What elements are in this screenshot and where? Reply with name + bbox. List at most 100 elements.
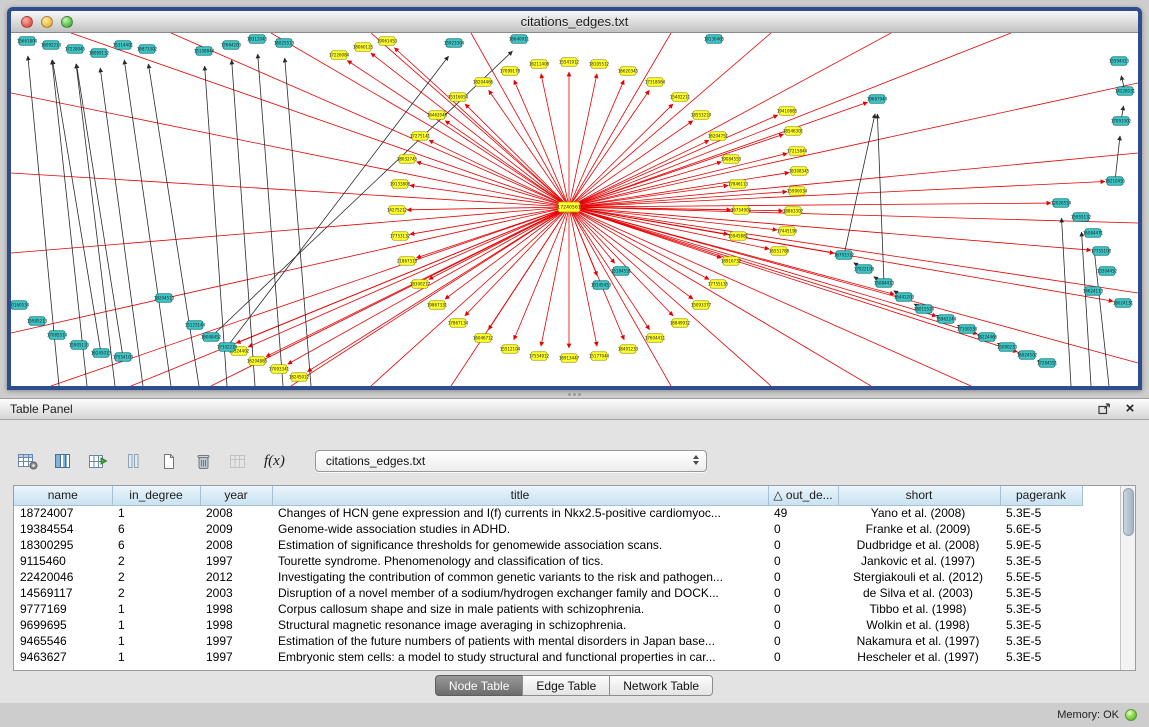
column-header-1[interactable]: in_degree [112, 486, 200, 505]
table-row[interactable]: 1456911722003Disruption of a novel membe… [14, 585, 1082, 601]
table-cell: Genome-wide association studies in ADHD. [272, 521, 768, 537]
table-row[interactable]: 1938455462009Genome-wide association stu… [14, 521, 1082, 537]
table-cell: Yano et al. (2008) [838, 505, 1000, 521]
table-cell: 1998 [200, 601, 272, 617]
minimize-window-button[interactable] [41, 16, 53, 28]
graph-node-label: 17093341 [269, 367, 290, 372]
graph-node-label: 20160534 [11, 303, 30, 308]
table-cell: Tibbo et al. (1998) [838, 601, 1000, 617]
graph-node-label: 17867134 [448, 321, 469, 326]
graph-node-label: 18024131 [1113, 301, 1134, 306]
graph-node-label: 16640911 [509, 37, 530, 42]
graph-edge [124, 60, 171, 386]
function-builder-button[interactable]: f(x) [261, 449, 288, 473]
close-panel-icon[interactable]: × [1121, 401, 1139, 417]
delete-row-trash-icon[interactable] [191, 449, 215, 473]
graph-node-label: 19133808 [390, 182, 411, 187]
graph-node-label: 16092214 [41, 43, 62, 48]
table-vertical-scrollbar[interactable] [1120, 486, 1135, 670]
graph-edge [471, 33, 569, 207]
graph-node-label: 18204513 [154, 296, 175, 301]
panel-resize-handle[interactable] [566, 392, 582, 397]
table-mode-icon[interactable] [16, 449, 40, 473]
graph-node-label: 15108844 [194, 49, 215, 54]
graph-node-label: 16551788 [769, 249, 790, 254]
memory-status-label: Memory: OK [1057, 709, 1119, 721]
graph-node-label: 17099178 [500, 69, 521, 74]
scrollbar-thumb[interactable] [1123, 488, 1134, 536]
table-cell: Hescheler et al. (1997) [838, 649, 1000, 665]
network-window-titlebar[interactable]: citations_edges.txt [11, 11, 1138, 33]
table-row[interactable]: 1830029562008Estimation of significance … [14, 537, 1082, 553]
column-header-3[interactable]: title [272, 486, 768, 505]
table-cell: Tourette syndrome. Phenomenology and cla… [272, 553, 768, 569]
table-row[interactable]: 977716911998Corpus callosum shape and si… [14, 601, 1082, 617]
zoom-window-button[interactable] [61, 16, 73, 28]
float-panel-icon[interactable] [1095, 401, 1113, 417]
graph-node-label: 15541912 [559, 60, 580, 65]
table-cell: Dudbridge et al. (2008) [838, 537, 1000, 553]
table-cell: 0 [768, 649, 838, 665]
graph-node-label: 12026554 [1051, 201, 1072, 206]
graph-node-label: 15084413 [874, 281, 895, 286]
graph-node-label: 15093377 [691, 303, 712, 308]
graph-node-label: 18300217 [410, 282, 431, 287]
table-cell: 0 [768, 617, 838, 633]
table-cell: Investigating the contribution of common… [272, 569, 768, 585]
column-header-6[interactable]: pagerank [1000, 486, 1082, 505]
column-header-4[interactable]: △ out_de... [768, 486, 838, 505]
table-cell: Disruption of a novel member of a sodium… [272, 585, 768, 601]
column-header-2[interactable]: year [200, 486, 272, 505]
table-cell: Embryonic stem cells: a model to study s… [272, 649, 768, 665]
table-cell: 9699695 [14, 617, 112, 633]
graph-node-label: 19145453 [591, 283, 612, 288]
graph-node-label: 17554912 [529, 354, 550, 359]
table-cell: 2 [112, 585, 200, 601]
table-cell: 2012 [200, 569, 272, 585]
network-canvas[interactable]: 1554191216211408170991781820446615316054… [11, 33, 1138, 386]
table-cell: 1997 [200, 633, 272, 649]
table-cell: 5.9E-5 [1000, 537, 1082, 553]
table-cell: Changes of HCN gene expression and I(f) … [272, 505, 768, 521]
tab-node-table[interactable]: Node Table [435, 675, 524, 696]
tab-network-table[interactable]: Network Table [609, 675, 713, 696]
new-row-icon[interactable] [156, 449, 180, 473]
table-row[interactable]: 1872400712008Changes of HCN gene express… [14, 505, 1082, 521]
create-column-icon[interactable] [86, 449, 110, 473]
table-cell: 0 [768, 537, 838, 553]
table-row[interactable]: 946554611997Estimation of the future num… [14, 633, 1082, 649]
table-row[interactable]: 969969511998Structural magnetic resonanc… [14, 617, 1082, 633]
graph-node-label: 21867313 [397, 259, 418, 264]
table-cell: 0 [768, 553, 838, 569]
status-bar: Memory: OK [1057, 709, 1137, 721]
graph-node-label: 15990034 [787, 189, 808, 194]
show-columns-icon[interactable] [51, 449, 75, 473]
graph-edge [1082, 232, 1091, 386]
select-stepper-icon [693, 455, 699, 465]
graph-node-label: 15923304 [444, 41, 465, 46]
column-header-0[interactable]: name [14, 486, 112, 505]
graph-edge [569, 83, 1138, 207]
table-panel-header: Table Panel × [0, 399, 1149, 420]
graph-node-label: 16210455 [1105, 179, 1126, 184]
graph-node-label: 15905133 [69, 343, 90, 348]
table-panel-title: Table Panel [10, 402, 73, 416]
table-header-row: namein_degreeyeartitle△ out_de...shortpa… [14, 486, 1082, 505]
table-cell: 5.3E-5 [1000, 585, 1082, 601]
table-cell: 1 [112, 649, 200, 665]
table-row[interactable]: 911546021997Tourette syndrome. Phenomeno… [14, 553, 1082, 569]
table-cell: 9463627 [14, 649, 112, 665]
network-window-title: citations_edges.txt [521, 14, 629, 29]
delete-columns-icon[interactable] [121, 449, 145, 473]
close-window-button[interactable] [21, 16, 33, 28]
table-source-select[interactable]: citations_edges.txt [315, 450, 707, 472]
graph-node-label: 18553219 [691, 113, 712, 118]
graph-node-label: 18130465 [704, 37, 725, 42]
table-cell: 18724007 [14, 505, 112, 521]
graph-node-label: 17275141 [410, 134, 431, 139]
tab-edge-table[interactable]: Edge Table [522, 675, 610, 696]
column-header-5[interactable]: short [838, 486, 1000, 505]
table-row[interactable]: 946362711997Embryonic stem cells: a mode… [14, 649, 1082, 665]
table-cell: 14569117 [14, 585, 112, 601]
table-row[interactable]: 2242004622012Investigating the contribut… [14, 569, 1082, 585]
